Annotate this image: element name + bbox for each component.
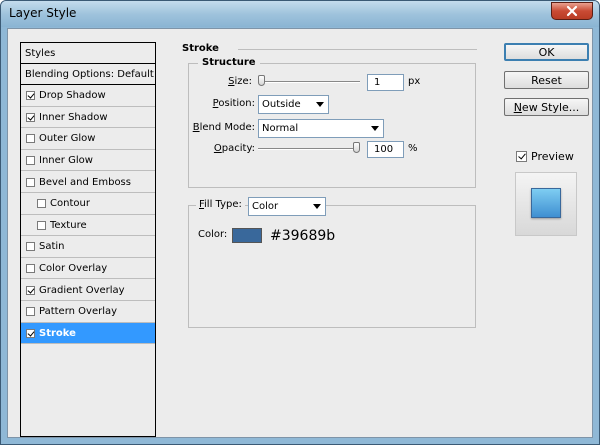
style-item-gradient-overlay[interactable]: Gradient Overlay [21, 280, 155, 301]
style-item-checkbox[interactable] [26, 263, 35, 273]
position-label: Position: [212, 98, 255, 109]
close-button[interactable] [551, 2, 593, 20]
style-item-label: Stroke [39, 327, 76, 339]
opacity-slider-thumb[interactable] [353, 142, 360, 153]
preview-swatch [531, 188, 561, 218]
style-item-label: Inner Shadow [39, 111, 108, 123]
styles-header-label: Styles [25, 47, 56, 59]
style-item-label: Gradient Overlay [39, 284, 125, 296]
opacity-label: Opacity: [213, 143, 255, 154]
new-style-button[interactable]: New Style... [504, 98, 589, 116]
style-item-label: Drop Shadow [39, 90, 106, 102]
panel-title-divider [238, 49, 477, 50]
color-swatch[interactable] [232, 228, 262, 243]
opacity-input[interactable]: 100 [367, 141, 404, 158]
dialog-client: Styles Blending Options: Default Drop Sha… [7, 28, 593, 438]
fill-type-value: Color [252, 201, 279, 212]
style-item-blending-options-default[interactable]: Blending Options: Default [21, 64, 155, 85]
style-item-label: Satin [39, 241, 65, 253]
style-item-checkbox[interactable] [26, 134, 35, 144]
size-input[interactable]: 1 [367, 74, 404, 91]
position-select[interactable]: Outside [258, 95, 329, 114]
style-item-bevel-and-emboss[interactable]: Bevel and Emboss [21, 172, 155, 193]
structure-title: Structure [198, 57, 260, 68]
style-item-checkbox[interactable] [26, 307, 35, 317]
style-item-checkbox[interactable] [37, 220, 46, 230]
style-item-checkbox[interactable] [26, 177, 35, 187]
size-label: Size: [228, 76, 252, 87]
style-item-outer-glow[interactable]: Outer Glow [21, 129, 155, 150]
styles-list-header[interactable]: Styles [21, 43, 155, 64]
style-item-checkbox[interactable] [26, 91, 35, 101]
style-item-label: Blending Options: Default [25, 68, 154, 80]
preview-toggle[interactable]: Preview [516, 150, 574, 163]
style-item-checkbox[interactable] [26, 155, 35, 165]
close-icon [566, 5, 578, 17]
style-item-drop-shadow[interactable]: Drop Shadow [21, 86, 155, 107]
blend-mode-value: Normal [262, 123, 299, 134]
fill-type-chevron-down-icon [313, 204, 321, 209]
style-item-contour[interactable]: Contour [21, 194, 155, 215]
style-item-checkbox[interactable] [26, 285, 35, 295]
panel-title: Stroke [182, 43, 219, 54]
style-item-label: Outer Glow [39, 133, 96, 145]
fill-group [188, 205, 476, 328]
style-item-texture[interactable]: Texture [21, 215, 155, 237]
opacity-slider-track[interactable] [258, 148, 360, 150]
style-item-checkbox[interactable] [26, 242, 35, 252]
position-chevron-down-icon [316, 102, 324, 107]
color-label: Color: [198, 229, 228, 240]
style-item-inner-glow[interactable]: Inner Glow [21, 150, 155, 172]
reset-button[interactable]: Reset [504, 71, 589, 89]
style-item-satin[interactable]: Satin [21, 237, 155, 258]
fill-type-label: Fill Type: [196, 199, 245, 210]
ok-button[interactable]: OK [504, 43, 589, 61]
style-item-checkbox[interactable] [26, 112, 35, 122]
style-item-label: Texture [50, 219, 87, 231]
position-value: Outside [262, 99, 301, 110]
title-bar[interactable]: Layer Style [1, 1, 599, 27]
size-slider-thumb[interactable] [258, 75, 265, 86]
window-title: Layer Style [9, 6, 77, 20]
style-item-label: Bevel and Emboss [39, 176, 131, 188]
preview-box [515, 172, 577, 236]
style-item-inner-shadow[interactable]: Inner Shadow [21, 107, 155, 129]
fill-type-select[interactable]: Color [248, 197, 326, 216]
style-item-label: Contour [50, 198, 90, 210]
layer-style-window: Layer Style Styles Blending Options: Def… [0, 0, 600, 445]
style-item-pattern-overlay[interactable]: Pattern Overlay [21, 302, 155, 323]
style-item-color-overlay[interactable]: Color Overlay [21, 258, 155, 280]
style-item-stroke[interactable]: Stroke [21, 323, 155, 345]
blend-mode-chevron-down-icon [371, 126, 379, 131]
blend-mode-select[interactable]: Normal [258, 119, 384, 138]
blend-mode-label: Blend Mode: [192, 122, 255, 133]
opacity-unit: % [408, 143, 418, 154]
preview-label: Preview [531, 150, 574, 163]
color-hex-text: #39689b [270, 228, 336, 244]
size-unit: px [408, 76, 421, 87]
style-item-checkbox[interactable] [26, 328, 35, 338]
style-item-checkbox[interactable] [37, 199, 46, 209]
style-item-label: Inner Glow [39, 154, 93, 166]
style-item-label: Pattern Overlay [39, 306, 118, 318]
styles-list: Styles Blending Options: Default Drop Sha… [20, 42, 156, 437]
preview-checkbox[interactable] [516, 151, 527, 162]
size-slider-track[interactable] [258, 81, 360, 83]
style-item-label: Color Overlay [39, 262, 108, 274]
